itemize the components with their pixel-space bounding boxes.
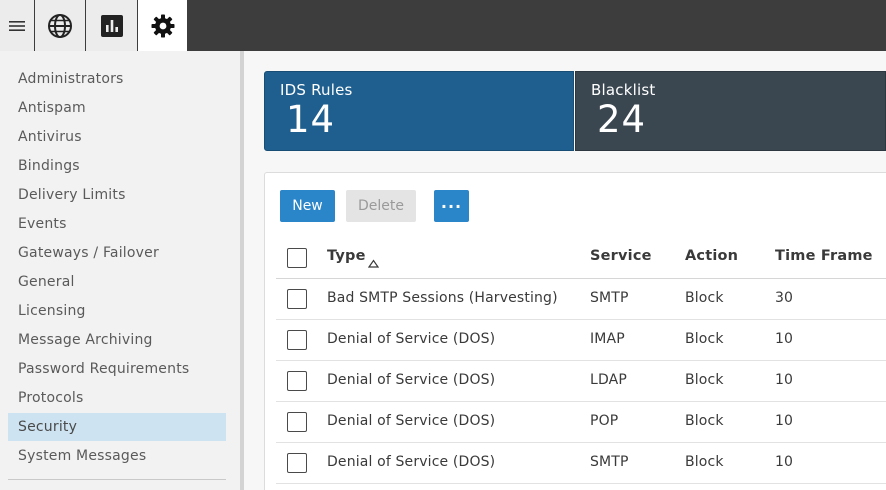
- row-divider: [276, 319, 886, 320]
- blacklist-label: Blacklist: [591, 81, 656, 99]
- sidebar-item-system-messages[interactable]: System Messages: [8, 442, 226, 470]
- cell-time-frame: 10: [775, 413, 794, 429]
- cell-time-frame: 10: [775, 372, 794, 388]
- sidebar-item-gateways-failover[interactable]: Gateways / Failover: [8, 239, 226, 267]
- row-checkbox[interactable]: [287, 412, 307, 432]
- cell-action: Block: [685, 413, 724, 429]
- sidebar-separator: [8, 479, 226, 480]
- row-checkbox[interactable]: [287, 289, 307, 309]
- ids-rules-label: IDS Rules: [280, 81, 353, 99]
- globe-icon: [47, 13, 73, 39]
- sidebar-item-delivery-limits[interactable]: Delivery Limits: [8, 181, 226, 209]
- sidebar-item-password-requirements[interactable]: Password Requirements: [8, 355, 226, 383]
- cell-service: SMTP: [590, 454, 629, 470]
- cell-action: Block: [685, 454, 724, 470]
- sidebar-item-antispam[interactable]: Antispam: [8, 94, 226, 122]
- sidebar-item-protocols[interactable]: Protocols: [8, 384, 226, 412]
- hamburger-menu-icon: [9, 20, 25, 32]
- sidebar-item-bindings[interactable]: Bindings: [8, 152, 226, 180]
- ids-rules-count: 14: [286, 98, 336, 141]
- blacklist-count: 24: [597, 98, 647, 141]
- cell-type[interactable]: Denial of Service (DOS): [327, 454, 495, 470]
- bar-chart-icon: [100, 14, 124, 38]
- row-divider: [276, 401, 886, 402]
- cell-type[interactable]: Bad SMTP Sessions (Harvesting): [327, 290, 558, 306]
- table-header-divider: [276, 278, 886, 279]
- ids-rules-card[interactable]: IDS Rules 14: [264, 71, 574, 151]
- select-all-checkbox[interactable]: [287, 248, 307, 268]
- hamburger-menu-button[interactable]: [0, 0, 34, 51]
- globe-button[interactable]: [35, 0, 85, 51]
- column-header-action[interactable]: Action: [685, 248, 738, 264]
- sidebar-item-message-archiving[interactable]: Message Archiving: [8, 326, 226, 354]
- cell-service: IMAP: [590, 331, 625, 347]
- cell-time-frame: 10: [775, 454, 794, 470]
- cell-time-frame: 30: [775, 290, 794, 306]
- sidebar-item-security[interactable]: Security: [8, 413, 226, 441]
- row-checkbox[interactable]: [287, 453, 307, 473]
- row-divider: [276, 360, 886, 361]
- cell-time-frame: 10: [775, 331, 794, 347]
- blacklist-card[interactable]: Blacklist 24: [575, 71, 886, 151]
- sidebar-item-licensing[interactable]: Licensing: [8, 297, 226, 325]
- top-toolbar: [0, 0, 886, 51]
- column-header-type[interactable]: Type: [327, 248, 366, 264]
- sidebar-item-general[interactable]: General: [8, 268, 226, 296]
- cell-service: LDAP: [590, 372, 627, 388]
- cell-action: Block: [685, 290, 724, 306]
- cell-service: SMTP: [590, 290, 629, 306]
- column-header-time-frame[interactable]: Time Frame: [775, 248, 873, 264]
- reports-button[interactable]: [86, 0, 137, 51]
- more-actions-button[interactable]: ···: [434, 190, 469, 222]
- settings-button[interactable]: [138, 0, 187, 51]
- cell-type[interactable]: Denial of Service (DOS): [327, 331, 495, 347]
- gear-icon: [150, 13, 176, 39]
- column-header-service[interactable]: Service: [590, 248, 652, 264]
- cell-service: POP: [590, 413, 619, 429]
- cell-type[interactable]: Denial of Service (DOS): [327, 372, 495, 388]
- row-divider: [276, 442, 886, 443]
- new-button[interactable]: New: [280, 190, 335, 222]
- row-divider: [276, 483, 886, 484]
- sidebar-item-events[interactable]: Events: [8, 210, 226, 238]
- row-checkbox[interactable]: [287, 330, 307, 350]
- delete-button[interactable]: Delete: [346, 190, 416, 222]
- sort-ascending-icon[interactable]: [367, 253, 380, 272]
- cell-type[interactable]: Denial of Service (DOS): [327, 413, 495, 429]
- row-checkbox[interactable]: [287, 371, 307, 391]
- cell-action: Block: [685, 372, 724, 388]
- sidebar-item-antivirus[interactable]: Antivirus: [8, 123, 226, 151]
- cell-action: Block: [685, 331, 724, 347]
- sidebar-item-administrators[interactable]: Administrators: [8, 65, 226, 93]
